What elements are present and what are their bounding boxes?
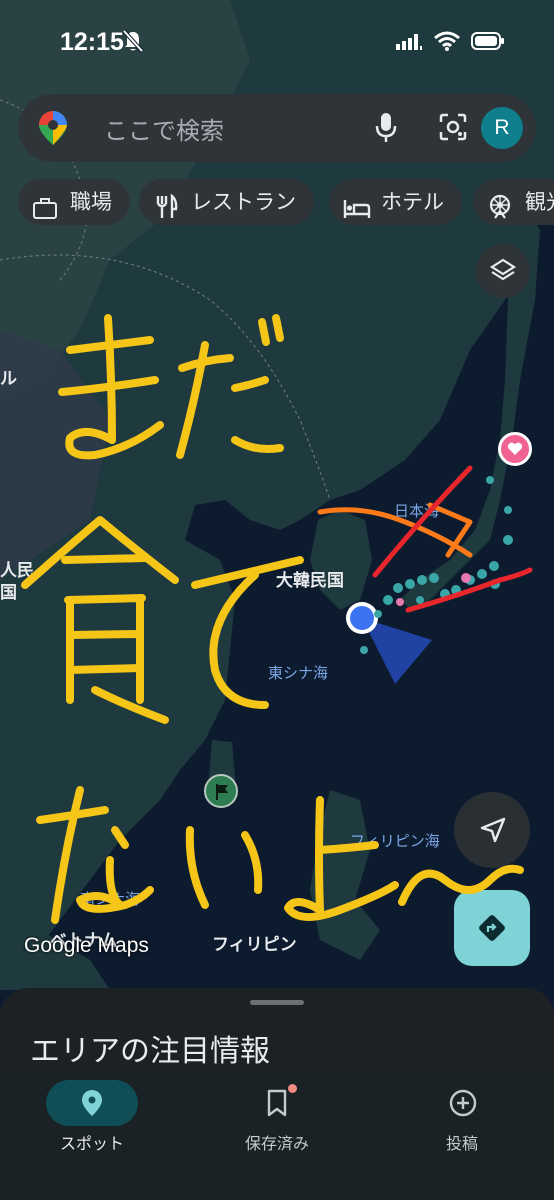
chip-restaurant[interactable]: レストラン: [139, 179, 314, 225]
directions-button[interactable]: [454, 890, 530, 966]
chip-hotel[interactable]: ホテル: [329, 179, 462, 225]
microphone-icon[interactable]: [374, 112, 398, 148]
directions-icon: [479, 915, 505, 941]
status-bar: 12:15: [0, 0, 554, 84]
label-partial-1[interactable]: ル: [0, 364, 17, 389]
tab-label: 投稿: [445, 1134, 478, 1153]
my-location-button[interactable]: [454, 792, 530, 868]
chip-label: レストラン: [191, 190, 296, 214]
tab-saved[interactable]: 保存済み: [185, 1072, 369, 1172]
google-maps-logo: Google Maps: [24, 934, 149, 957]
briefcase-icon: [32, 190, 58, 225]
chip-label: 観光: [525, 190, 554, 214]
wifi-icon: [434, 31, 460, 55]
restaurant-icon: [153, 190, 179, 225]
bookmark-icon: [267, 1089, 287, 1117]
add-circle-icon: [449, 1089, 477, 1117]
label-philippine-sea[interactable]: フィリピン海: [350, 830, 440, 851]
chip-attractions[interactable]: 観光: [473, 179, 554, 225]
label-east-china-sea[interactable]: 東シナ海: [268, 662, 328, 683]
tab-label: 保存済み: [244, 1134, 309, 1153]
location-pin-icon: [82, 1090, 102, 1116]
tab-spots[interactable]: スポット: [0, 1072, 184, 1172]
map-layers-button[interactable]: [476, 244, 530, 298]
label-korea[interactable]: 大韓民国: [276, 566, 344, 591]
flag-pin-icon[interactable]: [204, 774, 238, 808]
category-chips: 職場 レストラン ホテル 観光: [18, 179, 554, 225]
label-south-china-sea[interactable]: 南シナ海: [80, 888, 140, 909]
search-bar[interactable]: ここで検索 R: [18, 94, 536, 162]
tab-label: スポット: [59, 1134, 124, 1153]
cell-signal-icon: [396, 34, 424, 54]
google-lens-icon[interactable]: [438, 112, 468, 146]
bottom-navigation: スポット 保存済み 投稿: [0, 1072, 554, 1200]
battery-icon: [471, 31, 505, 55]
bell-muted-icon: [122, 29, 144, 57]
label-partial-3[interactable]: 国: [0, 578, 17, 603]
label-sea-of-japan[interactable]: 日本海: [394, 500, 439, 521]
chip-workplace[interactable]: 職場: [18, 179, 130, 225]
google-maps-pin-icon: [38, 110, 68, 150]
navigation-arrow-icon: [480, 817, 506, 843]
status-time: 12:15: [60, 28, 124, 56]
attraction-icon: [487, 190, 513, 225]
tab-post[interactable]: 投稿: [370, 1072, 554, 1172]
notification-dot: [288, 1084, 297, 1093]
maps-screen: 大韓民国 東シナ海 日本海 フィリピン海 フィリピン 南シナ海 ベトナム ル 人…: [0, 0, 554, 1200]
account-avatar[interactable]: R: [481, 107, 523, 149]
chip-label: ホテル: [381, 190, 444, 214]
sheet-title: エリアの注目情報: [30, 1034, 270, 1069]
chip-label: 職場: [70, 190, 112, 214]
hotel-icon: [343, 190, 371, 225]
sheet-drag-handle[interactable]: [250, 1000, 304, 1005]
search-input[interactable]: ここで検索: [104, 111, 224, 146]
saved-place-heart-icon[interactable]: [498, 432, 532, 466]
layers-icon: [489, 258, 517, 281]
label-philippines[interactable]: フィリピン: [212, 930, 297, 955]
